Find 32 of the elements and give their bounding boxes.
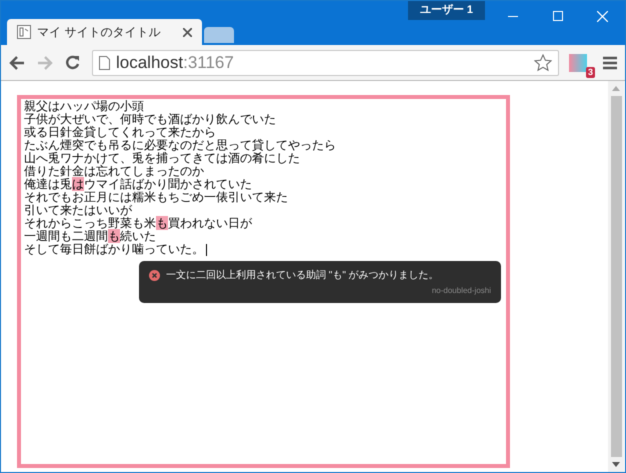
star-icon[interactable]	[534, 54, 552, 72]
url-text: localhost:31167	[116, 52, 235, 74]
page-icon	[99, 56, 110, 70]
text-line: 俺達は兎は ウマイ話ばかり聞かされていた	[24, 178, 252, 191]
text-line: 子供が大ぜいで、何時でも酒ばかり飲んでいた	[24, 113, 276, 126]
scroll-down-icon[interactable]	[612, 462, 620, 467]
text-area[interactable]	[17, 95, 510, 468]
text-line: 引いて来たはいいが	[24, 204, 132, 217]
page-icon	[17, 25, 31, 39]
text-line: 親父はハッパ場の小頭	[24, 100, 144, 113]
text-line: 山へ兎ワナかけて、兎を捕ってきては酒の肴にした	[24, 152, 300, 165]
close-icon	[597, 10, 608, 22]
text-line: 借りた針金は忘れてしまったのか	[24, 165, 204, 178]
error-message: 一文に二回以上利用されている助詞 "も" がみつかりました。	[166, 268, 439, 283]
reload-icon[interactable]	[65, 55, 80, 70]
rule-name: no-doubled-joshi	[430, 285, 491, 297]
browser-tab[interactable]: マイ サイトのタイトル	[7, 19, 202, 45]
text-line: そして毎日餅ばかり噛っていた。	[24, 243, 207, 256]
menu-icon[interactable]	[603, 56, 617, 70]
text-line: それでもお正月には糯米もちごめ一俵引いて来た	[24, 191, 288, 204]
text-line: それからこっち野菜も米 も 買われない日が	[24, 217, 252, 230]
tab-title: マイ サイトのタイトル	[37, 24, 162, 41]
close-icon[interactable]	[183, 28, 192, 36]
text-line: 或る日針金貸してくれって来たから	[24, 126, 216, 139]
scrollbar[interactable]	[608, 81, 624, 472]
text-line: たぶん煙突でも吊るに必要なのだと思って貸してやったら	[24, 139, 336, 152]
address-bar[interactable]: localhost:31167	[92, 50, 559, 76]
error-icon	[149, 270, 160, 281]
profile-label[interactable]: ユーザー 1	[408, 1, 485, 20]
back-icon[interactable]	[9, 56, 25, 70]
extension-badge: 3	[586, 66, 595, 78]
text-line: 一週間も二週間 も続いた	[24, 230, 156, 243]
